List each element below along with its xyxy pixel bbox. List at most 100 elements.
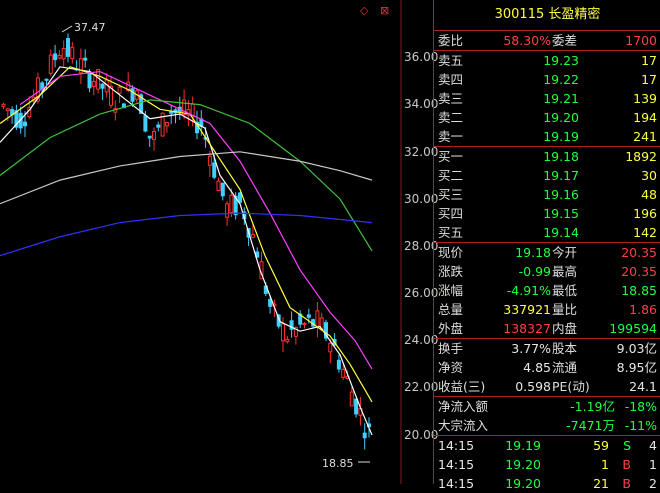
candlestick <box>336 354 341 373</box>
candlestick <box>100 83 105 100</box>
fund-value: 9.03亿 <box>616 341 657 356</box>
candlestick <box>182 89 187 120</box>
stat-label: 内盘 <box>552 321 578 336</box>
stat-row: 涨幅 -4.91% 最低 18.85 <box>434 281 660 300</box>
candlestick <box>91 73 96 96</box>
flow-amount: -7471万 <box>566 418 615 433</box>
candlestick <box>66 33 70 63</box>
tick-row[interactable]: 14:15 19.20 1 B 1 <box>434 455 660 474</box>
bid-label: 买三 <box>438 187 464 202</box>
stat-value: 18.85 <box>621 283 657 298</box>
stat-label: 涨幅 <box>438 283 464 298</box>
bid-label: 买五 <box>438 225 464 240</box>
fund-value: 8.95亿 <box>616 360 657 375</box>
ask-row[interactable]: 卖四 19.22 17 <box>434 70 660 89</box>
bid-row[interactable]: 买一 19.18 1892 <box>434 147 660 166</box>
candlestick <box>354 398 359 418</box>
ask-volume: 17 <box>641 53 657 68</box>
stat-value: 19.18 <box>515 245 551 260</box>
tick-volume: 1 <box>601 457 609 472</box>
candlestick <box>70 41 75 64</box>
stat-label: 量比 <box>552 302 578 317</box>
stat-row: 总量 337921 量比 1.86 <box>434 300 660 319</box>
stat-value: -4.91% <box>506 283 551 298</box>
candlestick <box>164 121 169 133</box>
ask-volume: 241 <box>633 129 657 144</box>
fund-row: 净资 4.85 流通 8.95亿 <box>434 358 660 377</box>
tick-time: 14:15 <box>438 457 475 472</box>
candlestick <box>298 310 303 329</box>
candlestick <box>324 319 328 341</box>
y-axis-label: 36.00 <box>404 50 439 64</box>
ask-price: 19.22 <box>543 72 579 87</box>
bid-label: 买四 <box>438 206 464 221</box>
stat-value: 337921 <box>503 302 551 317</box>
kline-canvas[interactable] <box>0 0 433 484</box>
candlestick <box>289 311 294 338</box>
bid-price: 19.18 <box>543 149 579 164</box>
weicha-value: 1700 <box>625 33 657 48</box>
weibi-label: 委比 <box>438 33 464 48</box>
stat-value: 20.35 <box>621 245 657 260</box>
fund-label: 换手 <box>438 341 464 356</box>
bid-volume: 142 <box>633 225 657 240</box>
bid-label: 买二 <box>438 168 464 183</box>
y-axis-label: 30.00 <box>404 192 439 206</box>
ask-label: 卖二 <box>438 110 464 125</box>
tick-volume: 59 <box>593 438 609 453</box>
ask-row[interactable]: 卖二 19.20 194 <box>434 108 660 127</box>
bid-label: 买一 <box>438 149 464 164</box>
y-axis-label: 20.00 <box>404 428 439 442</box>
ask-price: 19.19 <box>543 129 579 144</box>
ask-volume: 194 <box>633 110 657 125</box>
stat-label: 最低 <box>552 283 578 298</box>
ask-row[interactable]: 卖一 19.19 241 <box>434 127 660 146</box>
flow-percent: -18% <box>624 399 657 414</box>
bid-volume: 48 <box>641 187 657 202</box>
candlestick <box>156 121 161 132</box>
stat-row: 现价 19.18 今开 20.35 <box>434 243 660 262</box>
stat-row: 外盘 138327 内盘 199594 <box>434 319 660 338</box>
fund-value: 0.598 <box>515 379 551 394</box>
bid-row[interactable]: 买二 19.17 30 <box>434 166 660 185</box>
tick-side: S <box>623 438 631 453</box>
fund-label: PE(动) <box>552 379 590 394</box>
candlestick <box>1 102 6 110</box>
candlestick <box>27 96 32 119</box>
ask-row[interactable]: 卖五 19.23 17 <box>434 51 660 70</box>
stat-value: -0.99 <box>518 264 551 279</box>
ask-label: 卖一 <box>438 129 464 144</box>
weicha-label: 委差 <box>552 33 578 48</box>
candlestick <box>57 50 62 60</box>
stock-title: 300115 长盈精密 <box>494 7 601 22</box>
bid-row[interactable]: 买四 19.15 196 <box>434 204 660 223</box>
flow-label: 净流入额 <box>438 399 489 414</box>
fund-label: 净资 <box>438 360 464 375</box>
candlestick <box>216 177 221 192</box>
bid-price: 19.15 <box>543 206 579 221</box>
tick-count: 4 <box>649 438 657 453</box>
bid-row[interactable]: 买五 19.14 142 <box>434 223 660 242</box>
bid-price: 19.16 <box>543 187 579 202</box>
fund-value: 24.1 <box>629 379 657 394</box>
ask-row[interactable]: 卖三 19.21 139 <box>434 89 660 108</box>
kline-chart[interactable]: 36.00 34.00 32.00 30.00 28.00 26.00 24.0… <box>0 0 439 484</box>
ask-label: 卖四 <box>438 72 464 87</box>
stat-value: 138327 <box>503 321 551 336</box>
candlestick <box>48 49 53 77</box>
candlestick <box>220 182 225 201</box>
bid-price: 19.14 <box>543 225 579 240</box>
tick-time: 14:15 <box>438 438 475 453</box>
fund-row: 收益(三) 0.598 PE(动) 24.1 <box>434 377 660 396</box>
chart-toolbar-icons[interactable]: ◇ ⊠ <box>360 4 393 17</box>
stat-value: 199594 <box>609 321 657 336</box>
ask-label: 卖三 <box>438 91 464 106</box>
ma5-line <box>0 66 373 436</box>
flow-row: 净流入额 -1.19亿 -18% <box>434 397 660 416</box>
tick-row[interactable]: 14:15 19.19 59 S 4 <box>434 436 660 455</box>
tick-price: 19.19 <box>505 438 541 453</box>
bid-row[interactable]: 买三 19.16 48 <box>434 185 660 204</box>
fund-label: 流通 <box>552 360 578 375</box>
candlestick <box>96 69 101 94</box>
candlestick <box>169 105 174 124</box>
